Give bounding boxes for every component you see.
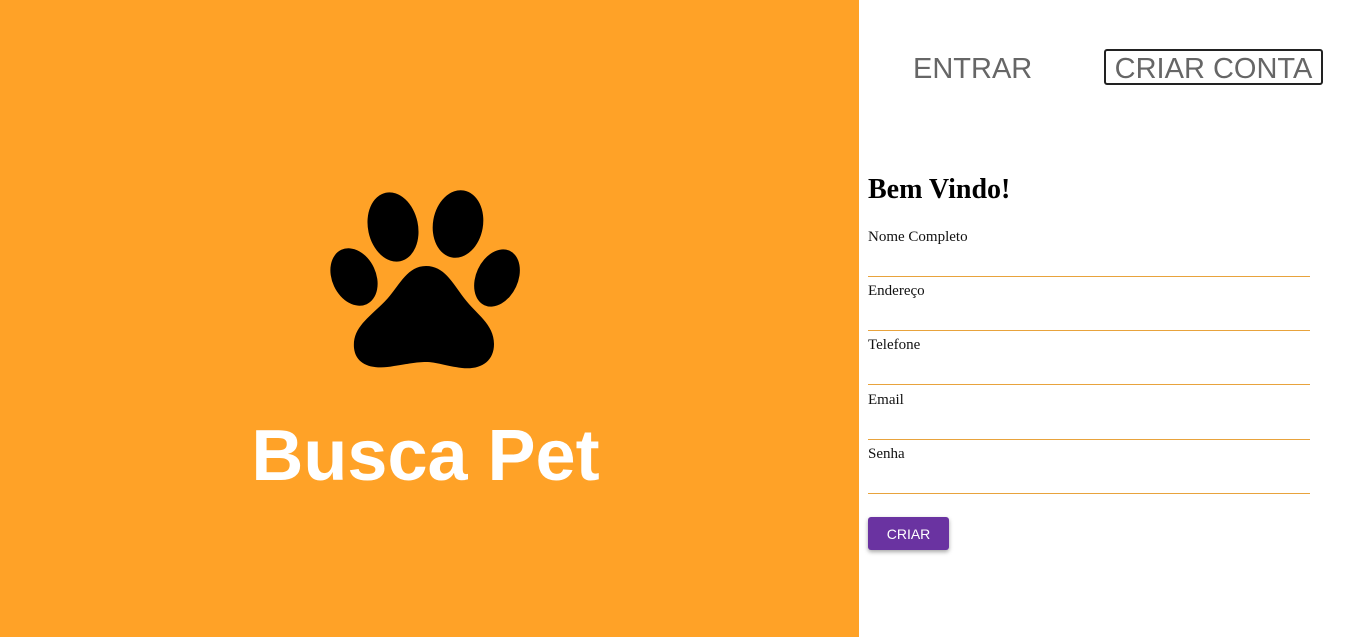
hero-panel: Busca Pet bbox=[0, 0, 859, 637]
paw-toe-right bbox=[474, 249, 520, 307]
paw-toe-left bbox=[330, 248, 378, 306]
phone-field: Telefone bbox=[868, 336, 1310, 390]
paw-toe-inner-right bbox=[432, 190, 484, 258]
password-label: Senha bbox=[868, 446, 905, 462]
phone-input[interactable] bbox=[868, 359, 1310, 385]
full-name-input[interactable] bbox=[868, 251, 1310, 277]
create-account-button[interactable]: CRIAR bbox=[868, 517, 949, 550]
email-label: Email bbox=[868, 392, 904, 408]
address-input[interactable] bbox=[868, 305, 1310, 331]
page: Busca Pet ENTRAR CRIAR CONTA Bem Vindo! … bbox=[0, 0, 1346, 637]
address-label: Endereço bbox=[868, 283, 925, 299]
full-name-label: Nome Completo bbox=[868, 229, 968, 245]
email-input[interactable] bbox=[868, 414, 1310, 440]
phone-label: Telefone bbox=[868, 337, 921, 353]
tab-register[interactable]: CRIAR CONTA bbox=[1104, 49, 1323, 85]
tab-login[interactable]: ENTRAR bbox=[907, 49, 1038, 85]
brand-title: Busca Pet bbox=[251, 416, 600, 496]
full-name-field: Nome Completo bbox=[868, 228, 1310, 282]
address-field: Endereço bbox=[868, 282, 1310, 336]
email-field: Email bbox=[868, 391, 1310, 445]
paw-toe-inner-left bbox=[367, 192, 419, 262]
password-field: Senha bbox=[868, 445, 1310, 499]
paw-icon bbox=[330, 190, 520, 369]
welcome-heading: Bem Vindo! bbox=[868, 174, 1011, 205]
password-input[interactable] bbox=[868, 468, 1310, 494]
auth-panel: ENTRAR CRIAR CONTA Bem Vindo! Nome Compl… bbox=[859, 0, 1346, 637]
